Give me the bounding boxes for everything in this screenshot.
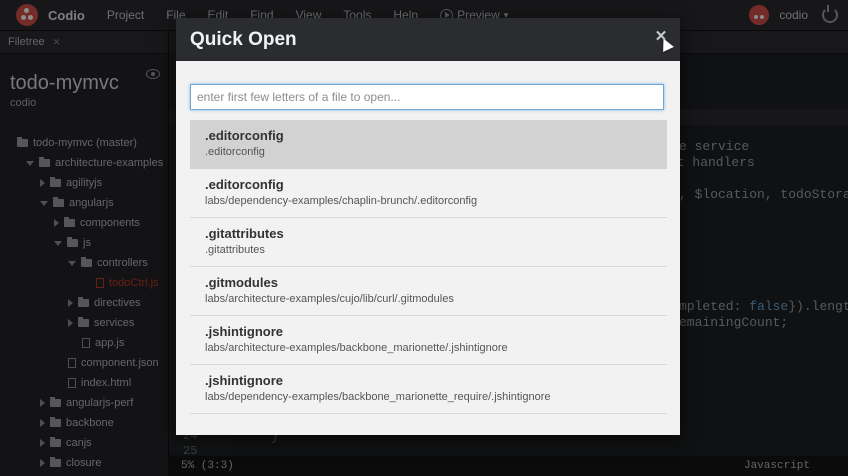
- search-input[interactable]: [190, 84, 664, 110]
- result-path: labs/architecture-examples/cujo/lib/curl…: [205, 293, 454, 305]
- result-path: .gitattributes: [205, 244, 265, 256]
- result-filename: .gitattributes: [205, 226, 284, 241]
- result-item[interactable]: .gitmodules labs/architecture-examples/cu…: [190, 267, 667, 316]
- result-item[interactable]: .jshintignore labs/architecture-examples/…: [190, 316, 667, 365]
- result-filename: .jshintignore: [205, 324, 283, 339]
- result-filename: .jshintignore: [205, 373, 283, 388]
- result-item[interactable]: .editorconfig labs/dependency-examples/ch…: [190, 169, 667, 218]
- result-filename: .editorconfig: [205, 128, 284, 143]
- result-filename: .gitmodules: [205, 275, 278, 290]
- result-path: labs/dependency-examples/backbone_marion…: [205, 391, 551, 403]
- dialog-header: Quick Open ✕: [176, 18, 680, 61]
- results-list: .editorconfig .editorconfig .editorconfig l…: [190, 120, 681, 414]
- result-item[interactable]: .editorconfig .editorconfig: [190, 120, 667, 169]
- quick-open-dialog: Quick Open ✕ .editorconfig .editorconfig.…: [176, 18, 680, 435]
- result-item[interactable]: .gitattributes .gitattributes: [190, 218, 667, 267]
- dialog-title: Quick Open: [190, 28, 297, 50]
- result-path: labs/architecture-examples/backbone_mari…: [205, 342, 508, 354]
- result-path: .editorconfig: [205, 146, 265, 158]
- result-filename: .editorconfig: [205, 177, 284, 192]
- result-path: labs/dependency-examples/chaplin-brunch/…: [205, 195, 478, 207]
- result-item[interactable]: .jshintignore labs/dependency-examples/ba…: [190, 365, 667, 414]
